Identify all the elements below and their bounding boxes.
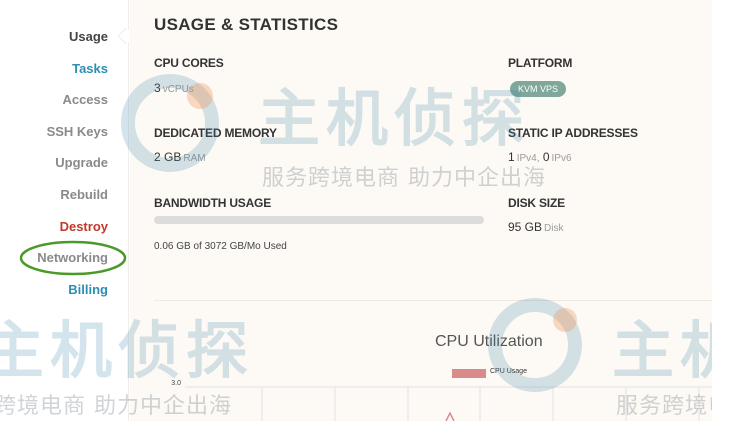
sidebar-item-access[interactable]: Access <box>62 92 108 107</box>
page-right-margin <box>712 0 736 421</box>
sidebar-item-ssh-keys[interactable]: SSH Keys <box>47 124 108 139</box>
sidebar-item-billing[interactable]: Billing <box>68 282 108 297</box>
ipv4-count: 1 <box>508 150 515 164</box>
cpu-cores-number: 3 <box>154 81 161 95</box>
memory-value: 2 GB RAM <box>154 150 206 164</box>
disk-size-value: 95 GB Disk <box>508 220 563 234</box>
ipv6-count: 0 <box>542 150 550 164</box>
server-sidebar: Usage Tasks Access SSH Keys Upgrade Rebu… <box>0 0 129 421</box>
platform-badge: KVM VPS <box>510 81 567 97</box>
chart-series-line-cpu-usage <box>445 411 455 421</box>
cpu-cores-value: 3 vCPUs <box>154 81 194 95</box>
cpu-cores-label: CPU CORES <box>154 56 224 70</box>
sidebar-item-rebuild[interactable]: Rebuild <box>60 187 108 202</box>
ipv6-unit: IPv6 <box>551 153 572 164</box>
sidebar-item-networking[interactable]: Networking <box>37 250 108 265</box>
sidebar-item-tasks[interactable]: Tasks <box>72 61 108 76</box>
cpu-cores-unit: vCPUs <box>162 84 194 95</box>
cpu-utilization-chart: CPU Utilization CPU Usage 3.0 <box>130 312 712 421</box>
bandwidth-label: BANDWIDTH USAGE <box>154 196 271 210</box>
sidebar-item-destroy[interactable]: Destroy <box>60 219 108 234</box>
static-ip-label: STATIC IP ADDRESSES <box>508 126 638 140</box>
section-divider <box>154 300 712 301</box>
ipv4-unit: IPv4, <box>516 153 540 164</box>
bandwidth-usage-text: 0.06 GB of 3072 GB/Mo Used <box>154 241 287 252</box>
chart-y-tick-label: 3.0 <box>171 380 181 387</box>
bandwidth-progress-bar <box>154 216 484 224</box>
sidebar-item-upgrade[interactable]: Upgrade <box>55 155 108 170</box>
sidebar-item-usage[interactable]: Usage <box>69 29 108 44</box>
memory-number: 2 GB <box>154 150 182 164</box>
memory-unit: RAM <box>183 153 206 164</box>
disk-size-unit: Disk <box>544 223 564 234</box>
platform-label: PLATFORM <box>508 56 573 70</box>
memory-label: DEDICATED MEMORY <box>154 126 277 140</box>
usage-panel: USAGE & STATISTICS CPU CORES 3 vCPUs PLAT… <box>130 0 712 421</box>
chart-plot-area: 3.0 <box>171 380 712 421</box>
disk-size-number: 95 GB <box>508 220 543 234</box>
disk-size-label: DISK SIZE <box>508 196 565 210</box>
static-ip-value: 1 IPv4, 0 IPv6 <box>508 150 572 164</box>
page-title: USAGE & STATISTICS <box>154 15 339 34</box>
